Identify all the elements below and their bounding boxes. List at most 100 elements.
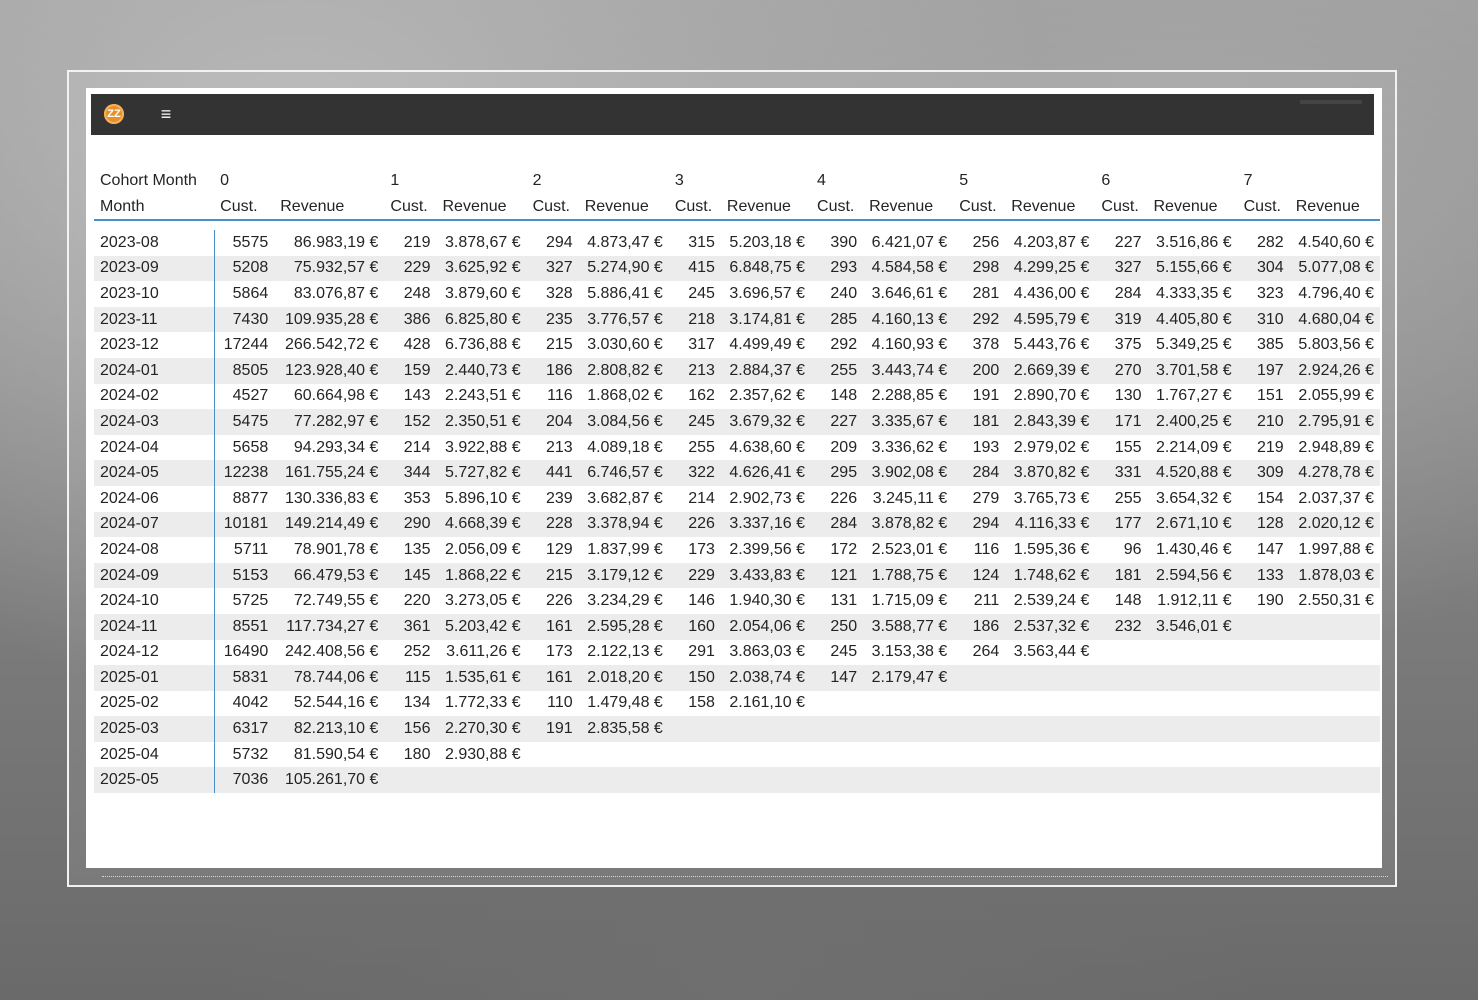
- cust-cell: 155: [1114, 438, 1142, 456]
- cust-column-header[interactable]: Cust.: [526, 194, 579, 221]
- revenue-cell: 4.873,47 €: [587, 233, 663, 251]
- column-group-header[interactable]: 4: [811, 168, 953, 194]
- revenue-cell: 105.261,70 €: [274, 767, 385, 794]
- revenue-column-header[interactable]: Revenue: [720, 194, 812, 221]
- revenue-cell: 4.089,18 €: [587, 438, 663, 456]
- table-row[interactable]: 2025-05 7036 105.261,70 €: [94, 767, 1380, 794]
- cust-column-header[interactable]: Cust.: [668, 194, 721, 221]
- cust-cell: 309: [1237, 460, 1290, 486]
- revenue-column-header[interactable]: Revenue: [274, 194, 385, 221]
- table-row[interactable]: 2024-09 5153 66.479,53 €145 1.868,22 €215 3.…: [94, 562, 1380, 589]
- revenue-cell: 2.270,30 €: [436, 716, 527, 742]
- table-row[interactable]: 2023-12 17244 266.542,72 € 428 6.736,88 € 215…: [94, 332, 1380, 358]
- cust-cell: 131: [830, 592, 858, 610]
- revenue-cell: 3.870,82 €: [1005, 460, 1096, 486]
- revenue-cell: 2.037,37 €: [1298, 489, 1374, 507]
- table-row[interactable]: 2024-01 8505 123.928,40 €159 2.440,73 €186 2…: [94, 357, 1380, 384]
- revenue-cell: 5.727,82 €: [436, 460, 527, 486]
- cust-cell: 186: [526, 357, 579, 384]
- cust-column-header[interactable]: Cust.: [953, 194, 1006, 221]
- column-group-header[interactable]: 0: [214, 168, 384, 194]
- cust-column-header[interactable]: Cust.: [1237, 194, 1290, 221]
- cust-cell: 147: [811, 665, 864, 691]
- report-panel: ZZ ≡ Cohort Month 01234567 Month Cust. R…: [86, 88, 1388, 877]
- table-row[interactable]: 2023-10 5864 83.076,87 € 248 3.879,60 € 328 5.…: [94, 281, 1380, 307]
- column-group-header[interactable]: 2: [527, 168, 669, 194]
- revenue-column-header[interactable]: Revenue: [1005, 194, 1096, 221]
- column-group-header[interactable]: 3: [669, 168, 811, 194]
- cust-cell: 250: [811, 613, 864, 640]
- revenue-column-header[interactable]: Revenue: [1147, 194, 1238, 221]
- cohort-month-cell: 2024-01: [94, 357, 215, 384]
- revenue-cell: 2.243,51 €: [444, 387, 521, 405]
- revenue-cell: 2.979,02 €: [1013, 438, 1090, 456]
- cust-cell: 177: [1095, 511, 1148, 538]
- revenue-cell: 4.116,33 €: [1005, 511, 1096, 538]
- cust-cell: 5575: [232, 233, 269, 251]
- column-group-header[interactable]: 7: [1238, 168, 1380, 194]
- revenue-cell: 242.408,56 €: [284, 643, 379, 661]
- revenue-cell: [1005, 767, 1096, 794]
- table-row[interactable]: 2025-04 5732 81.590,54 € 180 2.930,88 €: [94, 741, 1380, 768]
- cust-column-header[interactable]: Cust.: [214, 194, 275, 221]
- table-row[interactable]: 2024-04 5658 94.293,34 € 214 3.922,88 € 213 4.…: [94, 434, 1380, 461]
- revenue-cell: 2.440,73 €: [436, 357, 527, 384]
- cust-cell: 284: [1114, 284, 1142, 302]
- table-row[interactable]: 2023-11 7430 109.935,28 €386 6.825,80 €235 3…: [94, 306, 1380, 333]
- cust-cell: 190: [1257, 592, 1284, 610]
- table-row[interactable]: 2025-03 6317 82.213,10 €156 2.270,30 €191 2.…: [94, 716, 1380, 742]
- cust-column-header[interactable]: Cust.: [811, 194, 864, 221]
- column-group-header[interactable]: 1: [384, 168, 526, 194]
- cust-cell: 6317: [214, 716, 275, 742]
- table-row[interactable]: 2023-09 5208 75.932,57 €229 3.625,92 €327 5.…: [94, 255, 1380, 282]
- table-row[interactable]: 2023-08 5575 86.983,19 € 219 3.878,67 € 294 4.…: [94, 230, 1380, 256]
- cust-cell: 133: [1237, 562, 1290, 589]
- column-group-header[interactable]: 5: [953, 168, 1095, 194]
- table-row[interactable]: 2024-03 5475 77.282,97 €152 2.350,51 €204 3.…: [94, 409, 1380, 435]
- revenue-column-header[interactable]: Revenue: [436, 194, 527, 221]
- revenue-cell: [1148, 691, 1238, 717]
- table-row[interactable]: 2024-11 8551 117.734,27 €361 5.203,42 €161 2…: [94, 613, 1380, 640]
- table-row[interactable]: 2024-10 5725 72.749,55 € 220 3.273,05 € 226 3.…: [94, 588, 1380, 614]
- revenue-cell: [436, 767, 527, 794]
- cust-column-header[interactable]: Cust.: [384, 194, 437, 221]
- table-row[interactable]: 2024-05 12238 161.755,24 €344 5.727,82 €441…: [94, 460, 1380, 486]
- cust-cell: 298: [953, 255, 1006, 282]
- cust-cell: 344: [384, 460, 437, 486]
- table-row[interactable]: 2025-01 5831 78.744,06 €115 1.535,61 €161 2.…: [94, 665, 1380, 691]
- table-row[interactable]: 2024-06 8877 130.336,83 € 353 5.896,10 € 239 3…: [94, 485, 1380, 512]
- table-row[interactable]: 2024-07 10181 149.214,49 €290 4.668,39 €228…: [94, 511, 1380, 538]
- cust-cell: 5864: [232, 284, 269, 302]
- table-row[interactable]: 2024-02 4527 60.664,98 € 143 2.243,51 € 116 1.…: [94, 383, 1380, 410]
- revenue-cell: 3.433,83 €: [720, 562, 812, 589]
- revenue-cell: 6.421,07 €: [871, 233, 948, 251]
- cust-cell: 229: [668, 562, 721, 589]
- revenue-cell: 2.054,06 €: [720, 613, 812, 640]
- revenue-cell: 3.682,87 €: [587, 489, 663, 507]
- cust-cell: [811, 716, 864, 742]
- revenue-column-header[interactable]: Revenue: [863, 194, 954, 221]
- column-group-header[interactable]: 6: [1095, 168, 1237, 194]
- cust-cell: 148: [1114, 592, 1142, 610]
- cohort-month-cell: 2024-10: [94, 588, 215, 614]
- cust-column-header[interactable]: Cust.: [1095, 194, 1148, 221]
- revenue-column-header[interactable]: Revenue: [578, 194, 669, 221]
- app-logo[interactable]: ZZ: [104, 104, 124, 124]
- revenue-cell: 52.544,16 €: [293, 694, 379, 712]
- revenue-cell: 2.890,70 €: [1013, 387, 1090, 405]
- revenue-column-header[interactable]: Revenue: [1289, 194, 1380, 221]
- revenue-cell: 2.038,74 €: [720, 665, 812, 691]
- revenue-cell: 2.835,58 €: [578, 716, 669, 742]
- cust-cell: 226: [668, 511, 721, 538]
- top-bar: ZZ ≡: [91, 94, 1374, 135]
- cust-cell: [1237, 716, 1290, 742]
- hamburger-icon[interactable]: ≡: [157, 102, 175, 126]
- cust-cell: [811, 742, 863, 768]
- cust-cell: 245: [668, 409, 721, 435]
- table-row[interactable]: 2025-02 4042 52.544,16 € 134 1.772,33 € 110 1.…: [94, 690, 1380, 717]
- revenue-cell: 2.808,82 €: [578, 357, 669, 384]
- table-row[interactable]: 2024-08 5711 78.901,78 € 135 2.056,09 € 129 1.…: [94, 537, 1380, 563]
- cust-cell: [1238, 640, 1290, 666]
- cust-cell: 173: [545, 643, 573, 661]
- table-row[interactable]: 2024-12 16490 242.408,56 € 252 3.611,26 € 173…: [94, 639, 1380, 666]
